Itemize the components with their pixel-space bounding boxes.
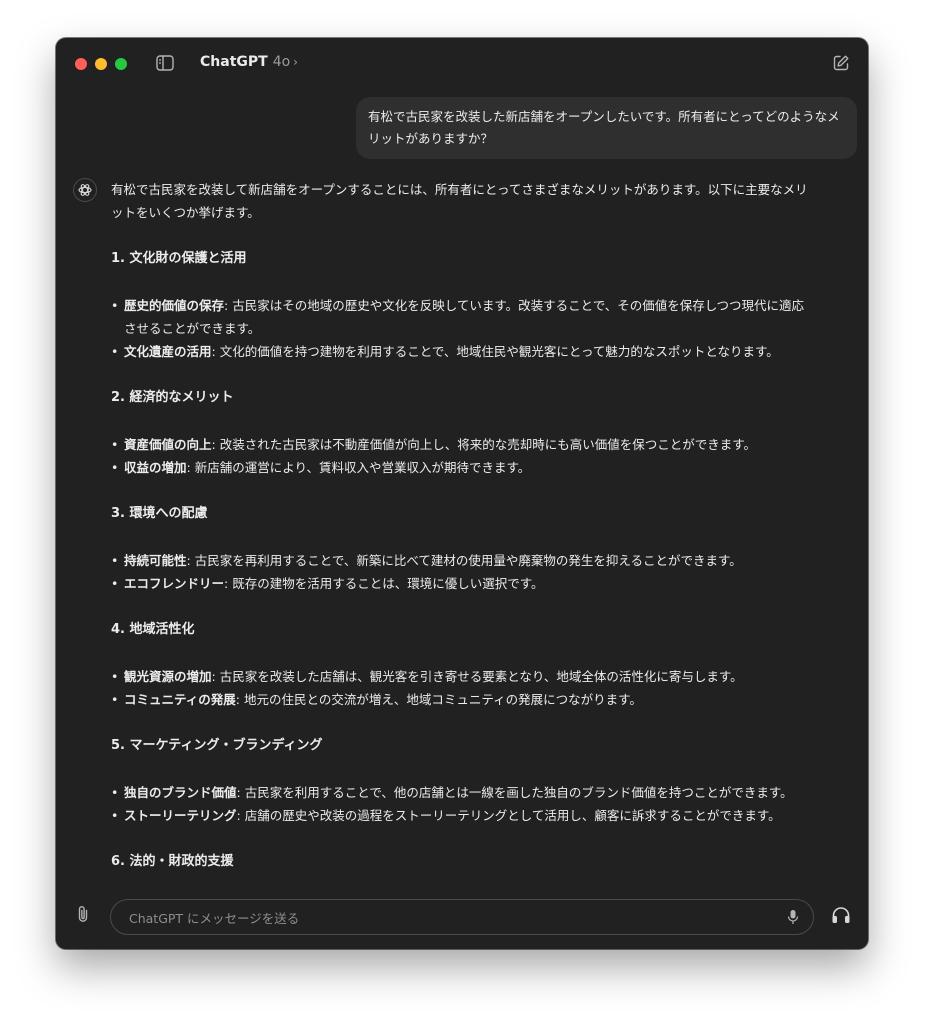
composer-bar (56, 884, 868, 949)
list-item: コミュニティの発展: 地元の住民との交流が増え、地域コミュニティの発展につながり… (111, 688, 816, 711)
chatgpt-logo-icon (73, 178, 97, 202)
microphone-icon[interactable] (787, 909, 799, 925)
list-item-term: コミュニティの発展 (124, 692, 236, 707)
list-item: 観光資源の増加: 古民家を改装した店舗は、観光客を引き寄せる要素となり、地域全体… (111, 665, 816, 688)
assistant-intro: 有松で古民家を改装して新店舗をオープンすることには、所有者にとってさまざまなメリ… (111, 182, 808, 220)
message-input[interactable] (127, 900, 771, 936)
assistant-message: 有松で古民家を改装して新店舗をオープンすることには、所有者にとってさまざまなメリ… (111, 178, 816, 878)
list-item: 文化遺産の活用: 文化的価値を持つ建物を利用することで、地域住民や観光客にとって… (111, 340, 816, 363)
list-item-term: 歴史的価値の保存 (124, 298, 225, 313)
list-item-text: : 古民家を再利用することで、新築に比べて建材の使用量や廃棄物の発生を抑えること… (186, 553, 742, 568)
list-item-text: : 店舗の歴史や改装の過程をストーリーテリングとして活用し、顧客に訴求することが… (236, 808, 781, 823)
list-item-text: : 古民家を改装した店舗は、観光客を引き寄せる要素となり、地域全体の活性化に寄与… (211, 669, 743, 684)
list-item: ストーリーテリング: 店舗の歴史や改装の過程をストーリーテリングとして活用し、顧… (111, 804, 816, 827)
list-item-text: : 古民家を利用することで、他の店舗とは一線を画した独自のブランド価値を持つこと… (236, 785, 793, 800)
conversation[interactable]: 有松で古民家を改装した新店舗をオープンしたいです。所有者にとってどのようなメリッ… (56, 88, 868, 878)
bullet-list: 歴史的価値の保存: 古民家はその地域の歴史や文化を反映しています。改装することで… (111, 294, 816, 363)
section-heading: 5. マーケティング・ブランディング (111, 738, 323, 753)
bullet-list: 資産価値の向上: 改装された古民家は不動産価値が向上し、将来的な売却時にも高い価… (111, 433, 816, 479)
chatgpt-window: ChatGPT 4o › 有松で古民家を改装した新店舗をオープンしたいです。所有者に… (56, 38, 868, 949)
close-window-button[interactable] (75, 58, 87, 70)
list-item-text: : 文化的価値を持つ建物を利用することで、地域住民や観光客にとって魅力的なスポッ… (211, 344, 779, 359)
list-item-text: : 改装された古民家は不動産価値が向上し、将来的な売却時にも高い価値を保つことが… (211, 437, 756, 452)
list-item-text: : 古民家はその地域の歴史や文化を反映しています。改装することで、その価値を保存… (124, 298, 804, 336)
section-heading: 1. 文化財の保護と活用 (111, 251, 247, 266)
list-item-term: ストーリーテリング (124, 808, 237, 823)
new-chat-icon[interactable] (832, 54, 850, 72)
list-item-term: エコフレンドリー (124, 576, 225, 591)
message-input-container (110, 899, 814, 936)
chevron-right-icon: › (293, 55, 298, 69)
model-selector[interactable]: ChatGPT 4o › (200, 54, 298, 70)
list-item-term: 文化遺産の活用 (124, 344, 212, 359)
user-message: 有松で古民家を改装した新店舗をオープンしたいです。所有者にとってどのようなメリッ… (356, 97, 857, 159)
list-item: 資産価値の向上: 改装された古民家は不動産価値が向上し、将来的な売却時にも高い価… (111, 433, 816, 456)
zoom-window-button[interactable] (115, 58, 127, 70)
section-heading: 2. 経済的なメリット (111, 390, 234, 405)
attach-icon[interactable] (74, 904, 92, 924)
bullet-list: 観光資源の増加: 古民家を改装した店舗は、観光客を引き寄せる要素となり、地域全体… (111, 665, 816, 711)
title-bar: ChatGPT 4o › (56, 38, 868, 88)
list-item-text: : 地元の住民との交流が増え、地域コミュニティの発展につながります。 (235, 692, 642, 707)
list-item: 歴史的価値の保存: 古民家はその地域の歴史や文化を反映しています。改装することで… (111, 294, 816, 340)
sidebar-toggle-icon[interactable] (156, 55, 174, 71)
app-title: ChatGPT (200, 54, 268, 70)
model-name: 4o (272, 54, 291, 70)
list-item-term: 独自のブランド価値 (124, 785, 237, 800)
list-item-text: : 新店舗の運営により、賃料収入や営業収入が期待できます。 (186, 460, 531, 475)
section-heading: 6. 法的・財政的支援 (111, 854, 234, 869)
headphones-icon[interactable] (831, 906, 851, 924)
bullet-list: 独自のブランド価値: 古民家を利用することで、他の店舗とは一線を画した独自のブラ… (111, 781, 816, 827)
list-item-term: 持続可能性 (124, 553, 187, 568)
section-heading: 4. 地域活性化 (111, 622, 195, 637)
list-item: エコフレンドリー: 既存の建物を活用することは、環境に優しい選択です。 (111, 572, 816, 595)
list-item-term: 資産価値の向上 (124, 437, 212, 452)
list-item: 収益の増加: 新店舗の運営により、賃料収入や営業収入が期待できます。 (111, 456, 816, 479)
list-item-term: 観光資源の増加 (124, 669, 212, 684)
list-item: 持続可能性: 古民家を再利用することで、新築に比べて建材の使用量や廃棄物の発生を… (111, 549, 816, 572)
section-heading: 3. 環境への配慮 (111, 506, 208, 521)
list-item-term: 収益の増加 (124, 460, 187, 475)
list-item-text: : 既存の建物を活用することは、環境に優しい選択です。 (224, 576, 544, 591)
list-item: 独自のブランド価値: 古民家を利用することで、他の店舗とは一線を画した独自のブラ… (111, 781, 816, 804)
minimize-window-button[interactable] (95, 58, 107, 70)
bullet-list: 持続可能性: 古民家を再利用することで、新築に比べて建材の使用量や廃棄物の発生を… (111, 549, 816, 595)
